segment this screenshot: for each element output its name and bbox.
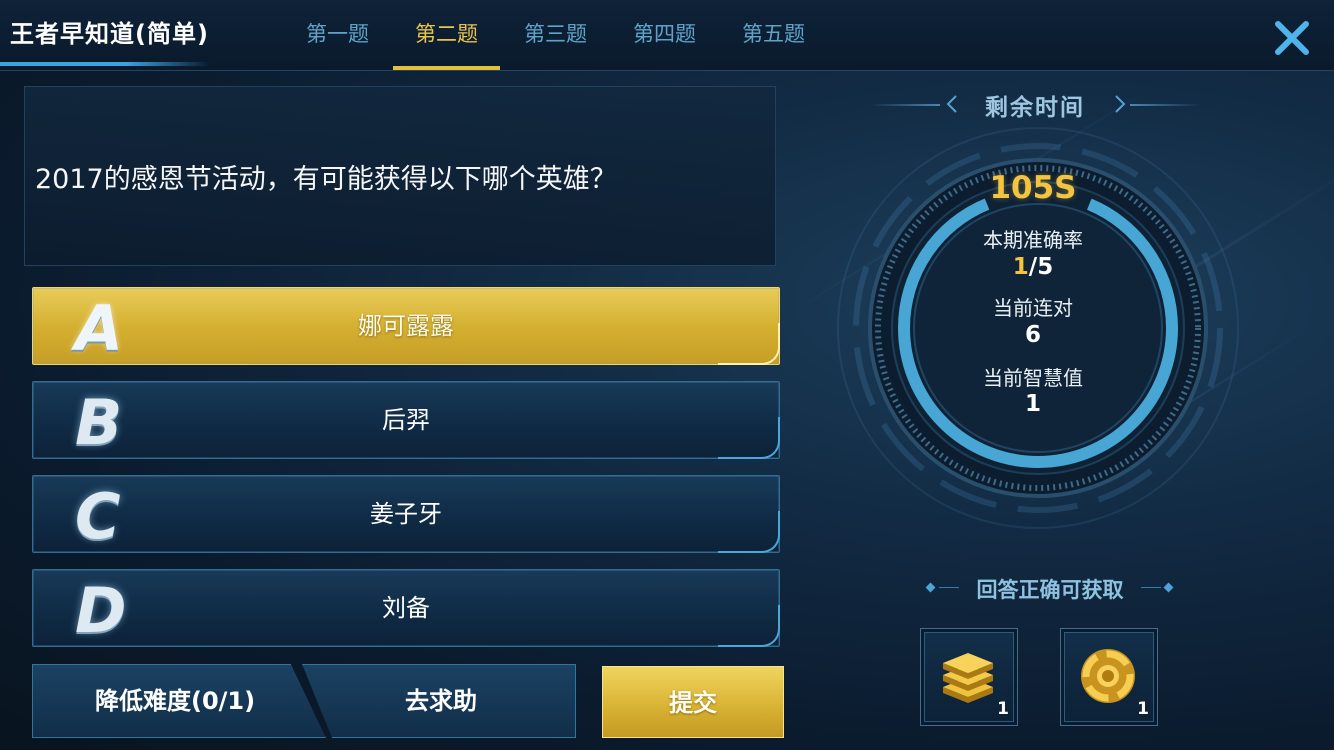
option-d[interactable]: D 刘备 [32, 569, 780, 647]
tab-question-1[interactable]: 第一题 [284, 18, 391, 70]
lower-difficulty-label: 降低难度(0/1) [95, 687, 256, 715]
option-b[interactable]: B 后羿 [32, 381, 780, 459]
close-icon [1275, 21, 1309, 55]
tab-label: 第四题 [633, 22, 696, 46]
accuracy-label: 本期准确率 [983, 228, 1083, 252]
ask-help-label: 去求助 [405, 687, 477, 715]
page-title: 王者早知道(简单) [10, 20, 209, 48]
streak-value: 6 [1024, 322, 1041, 348]
ask-help-button[interactable]: 去求助 [302, 664, 576, 738]
submit-label: 提交 [669, 689, 717, 717]
top-bar: 王者早知道(简单) 第一题 第二题 第三题 第四题 第五题 [0, 0, 1334, 71]
reward-line-right [1141, 587, 1161, 588]
reward-item-coins: 1 [920, 628, 1018, 726]
option-text: 姜子牙 [370, 500, 442, 528]
option-text: 娜可露露 [358, 312, 454, 340]
stacked-coins-icon [943, 653, 993, 703]
title-underline [0, 62, 210, 66]
option-text: 后羿 [382, 406, 430, 434]
accuracy-total: /5 [1028, 254, 1054, 280]
reward-title: 回答正确可获取 [976, 578, 1124, 602]
gold-medal-icon [1081, 649, 1135, 703]
question-text: 2017的感恩节活动，有可能获得以下哪个英雄？ [35, 164, 617, 195]
tab-label: 第五题 [742, 22, 805, 46]
accuracy-value: 1/5 [950, 254, 1116, 280]
timer-title: 剩余时间 [985, 95, 1085, 121]
wisdom-label: 当前智慧值 [983, 366, 1083, 390]
tab-question-4[interactable]: 第四题 [611, 18, 718, 70]
tab-label: 第一题 [306, 22, 369, 46]
tab-question-5[interactable]: 第五题 [720, 18, 827, 70]
submit-button[interactable]: 提交 [602, 666, 784, 738]
tab-question-2[interactable]: 第二题 [393, 18, 500, 70]
timer-value: 105S [989, 170, 1077, 206]
option-text: 刘备 [382, 594, 430, 622]
tab-label: 第二题 [415, 22, 478, 46]
reward-count: 1 [1137, 699, 1149, 719]
tab-question-3[interactable]: 第三题 [502, 18, 609, 70]
reward-item-medal: 1 [1060, 628, 1158, 726]
reward-header: 回答正确可获取 [915, 572, 1185, 606]
active-tab-indicator [393, 66, 500, 70]
option-a[interactable]: A 娜可露露 [32, 287, 780, 365]
close-button[interactable] [1268, 14, 1316, 62]
option-c[interactable]: C 姜子牙 [32, 475, 780, 553]
wisdom-value: 1 [1024, 391, 1041, 417]
accuracy-correct: 1 [1012, 254, 1029, 280]
tab-label: 第三题 [524, 22, 587, 46]
streak-label: 当前连对 [993, 296, 1073, 320]
question-panel: 2017的感恩节活动，有可能获得以下哪个英雄？ [24, 86, 776, 266]
reward-count: 1 [997, 699, 1009, 719]
lower-difficulty-button[interactable]: 降低难度(0/1) [32, 664, 326, 738]
